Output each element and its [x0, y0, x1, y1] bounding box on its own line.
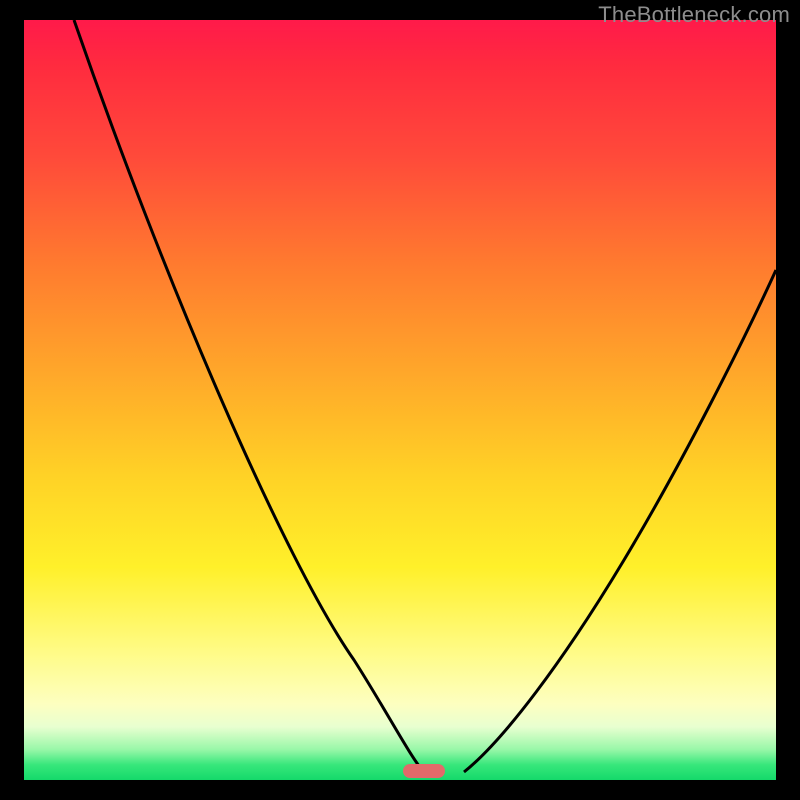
bottleneck-curve	[24, 20, 776, 780]
curve-right-arm	[464, 270, 776, 772]
watermark-text: TheBottleneck.com	[598, 2, 790, 28]
plot-area	[24, 20, 776, 780]
optimal-marker	[403, 764, 445, 778]
curve-left-arm	[74, 20, 424, 772]
chart-frame: TheBottleneck.com	[0, 0, 800, 800]
